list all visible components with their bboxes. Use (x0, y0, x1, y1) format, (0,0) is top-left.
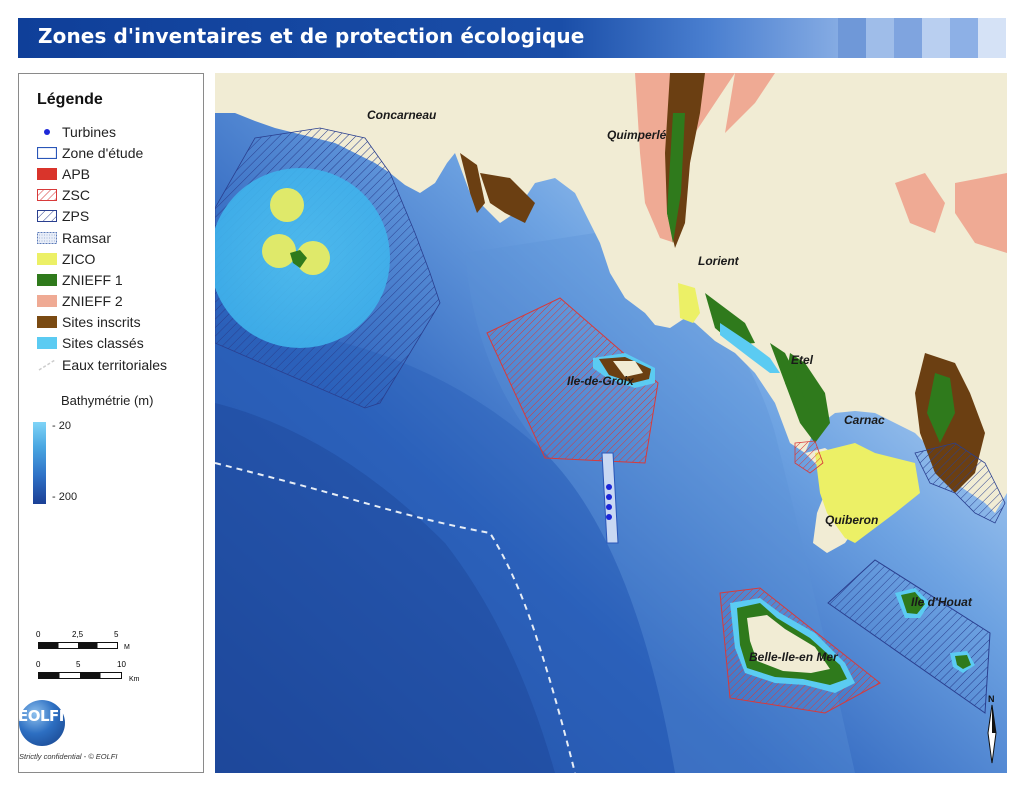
legend-items: Turbines Zone d'étude APB ZSC ZPS Ramsar… (37, 121, 167, 375)
legend-label: ZSC (62, 187, 90, 204)
legend-item-zico: ZICO (37, 248, 167, 269)
legend-label: Sites classés (62, 335, 144, 352)
scale-bar-nautical: 0 2,5 5 M (36, 630, 138, 654)
scale-unit: M (124, 644, 130, 651)
scale-bar-graphic (38, 642, 118, 649)
legend-label: Eaux territoriales (62, 356, 168, 373)
legend-item-eaux-territoriales: Eaux territoriales (37, 354, 167, 375)
logo-text: EOLFI (18, 707, 64, 725)
scale-bar-km: 0 5 10 Km (36, 660, 148, 688)
scale-tick: 5 (76, 660, 81, 669)
legend-item-sites-inscrits: Sites inscrits (37, 312, 167, 333)
legend-item-znieff2: ZNIEFF 2 (37, 291, 167, 312)
scale-tick: 2,5 (72, 630, 84, 639)
zico-circle (270, 188, 304, 222)
title-decoration (838, 18, 1006, 58)
place-lorient: Lorient (698, 254, 740, 268)
place-concarneau: Concarneau (367, 108, 437, 122)
place-belle-ile: Belle-Ile-en Mer (749, 650, 839, 664)
turbine (606, 484, 612, 490)
turbine (606, 514, 612, 520)
legend-heading: Légende (37, 91, 103, 108)
dashed-line-icon (37, 359, 57, 371)
legend-label: ZPS (62, 208, 90, 225)
legend-label: Sites inscrits (62, 314, 141, 331)
bathymetry-title: Bathymétrie (m) (61, 393, 154, 408)
scale-tick: 0 (36, 630, 41, 639)
bathymetry-shallow-label: - 20 (52, 420, 71, 432)
apb-icon (37, 167, 57, 180)
turbine (606, 504, 612, 510)
title-bar: Zones d'inventaires et de protection éco… (18, 18, 1006, 58)
legend-item-ramsar: Ramsar (37, 227, 167, 248)
turbine-dot-icon (37, 126, 57, 138)
legend-label: ZNIEFF 1 (62, 271, 123, 288)
sites-inscrits-icon (37, 316, 57, 329)
ramsar-icon (37, 231, 57, 244)
bathymetry-deep-label: - 200 (52, 491, 78, 503)
legend-item-turbines: Turbines (37, 121, 167, 142)
scale-bar-graphic (38, 672, 122, 679)
legend-label: Ramsar (62, 229, 112, 246)
place-ile-de-groix: Ile-de-Groix (567, 374, 635, 388)
scale-tick: 0 (36, 660, 41, 669)
footer-note: Strictly confidential - © EOLFI (19, 752, 118, 761)
legend-item-apb: APB (37, 163, 167, 184)
legend-item-zsc: ZSC (37, 185, 167, 206)
place-carnac: Carnac (844, 413, 885, 427)
legend-item-zone-etude: Zone d'étude (37, 142, 167, 163)
legend-label: Turbines (62, 123, 116, 140)
sites-classes-icon (37, 337, 57, 350)
place-quimperle: Quimperlé (607, 128, 667, 142)
znieff2-icon (37, 295, 57, 308)
zps-hatch-icon (37, 210, 57, 223)
map-panel: Concarneau Quimperlé Lorient Ile-de-Groi… (215, 73, 1007, 773)
zico-icon (37, 252, 57, 265)
place-quiberon: Quiberon (825, 513, 878, 527)
legend-label: ZNIEFF 2 (62, 293, 123, 310)
place-etel: Etel (791, 353, 814, 367)
legend-label: APB (62, 165, 91, 182)
map-canvas: Concarneau Quimperlé Lorient Ile-de-Groi… (215, 73, 1007, 773)
place-ile-d-houat: Ile d'Houat (911, 595, 973, 609)
legend-item-sites-classes: Sites classés (37, 333, 167, 354)
znieff1-icon (37, 273, 57, 286)
page-title: Zones d'inventaires et de protection éco… (38, 24, 585, 48)
zsc-hatch-icon (37, 189, 57, 202)
turbine (606, 494, 612, 500)
legend-label: Zone d'étude (62, 144, 144, 161)
scale-unit: Km (129, 676, 140, 683)
legend-label: ZICO (62, 250, 96, 267)
bathymetry-color-ramp (33, 422, 46, 504)
north-label: N (988, 694, 995, 704)
scale-tick: 10 (117, 660, 126, 669)
legend-item-zps: ZPS (37, 206, 167, 227)
legend-item-znieff1: ZNIEFF 1 (37, 269, 167, 290)
scale-tick: 5 (114, 630, 119, 639)
zico-circle (262, 234, 296, 268)
study-zone-icon (37, 146, 57, 159)
